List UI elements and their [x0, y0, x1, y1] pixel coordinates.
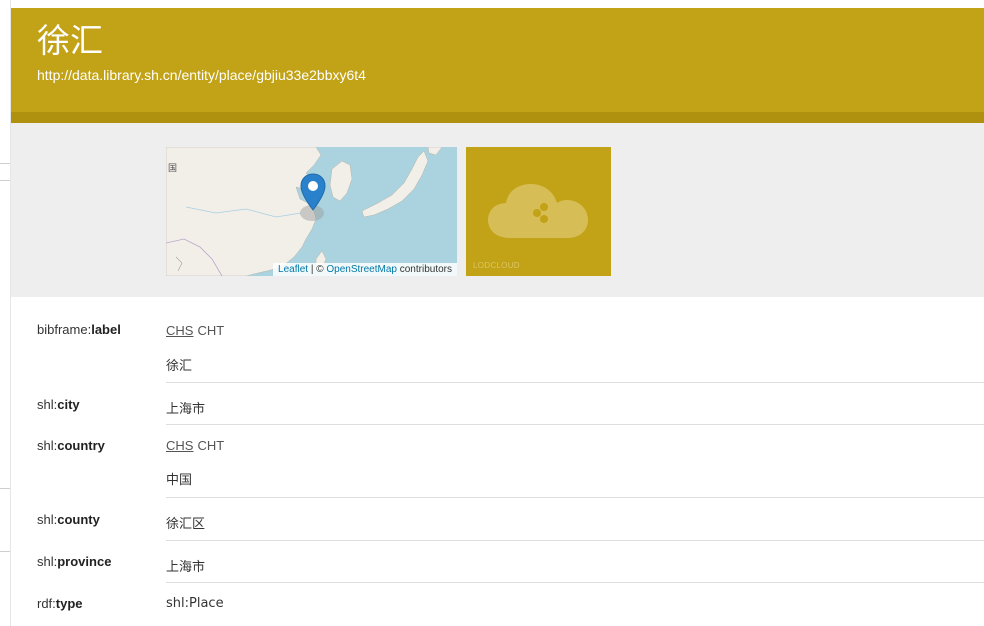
property-name: shl:city [37, 397, 80, 412]
lang-cht-link[interactable]: CHT [197, 438, 224, 453]
language-switcher: CHS CHT [166, 323, 224, 338]
property-prefix: shl: [37, 554, 58, 569]
property-value: 中国 [166, 473, 193, 488]
property-key: city [57, 397, 80, 412]
lang-chs-link[interactable]: CHS [166, 323, 193, 338]
leaflet-link[interactable]: Leaflet [278, 264, 308, 275]
property-row: bibframe:label CHS CHT 徐汇 [11, 297, 984, 383]
property-row: shl:country CHS CHT 中国 [11, 425, 984, 498]
page-header: 徐汇 http://data.library.sh.cn/entity/plac… [11, 8, 984, 123]
map-marker-icon[interactable] [300, 173, 326, 211]
property-key: province [57, 554, 112, 569]
property-prefix: shl: [37, 438, 58, 453]
property-name: shl:country [37, 438, 105, 453]
property-prefix: shl: [37, 512, 58, 527]
edge-tick [0, 163, 10, 164]
openstreetmap-link[interactable]: OpenStreetMap [326, 264, 397, 275]
property-key: type [55, 596, 83, 611]
property-key: country [57, 438, 105, 453]
property-value: shl:Place [166, 596, 224, 611]
edge-tick [0, 551, 10, 552]
attribution-suffix: contributors [396, 264, 452, 275]
lodcloud-tile[interactable]: LODCLOUD [466, 147, 611, 276]
language-switcher: CHS CHT [166, 438, 224, 453]
property-name: shl:province [37, 554, 111, 569]
property-value: 徐汇 [166, 359, 193, 374]
property-name: bibframe:label [37, 322, 121, 337]
property-row: shl:province 上海市 [11, 541, 984, 583]
map-attribution: Leaflet | © OpenStreetMap contributors [273, 263, 457, 276]
left-edge [0, 0, 11, 626]
edge-tick [0, 180, 10, 181]
lang-chs-link[interactable]: CHS [166, 438, 193, 453]
lang-cht-link[interactable]: CHT [197, 323, 224, 338]
property-row: rdf:type shl:Place [11, 583, 984, 625]
property-value: 徐汇区 [166, 517, 206, 532]
header-bottom-bar [11, 112, 984, 123]
location-map[interactable]: 国 Leaflet | © OpenStreetMap contributors [166, 147, 457, 276]
property-value: 上海市 [166, 402, 206, 417]
property-prefix: bibframe: [37, 322, 92, 337]
map-tiles [166, 147, 457, 276]
property-key: county [57, 512, 100, 527]
page-title: 徐汇 [37, 21, 103, 60]
property-key: label [91, 322, 121, 337]
lodcloud-label: LODCLOUD [473, 261, 520, 270]
entity-uri: http://data.library.sh.cn/entity/place/g… [37, 67, 366, 83]
property-prefix: shl: [37, 397, 58, 412]
cloud-icon [488, 184, 588, 238]
property-row: shl:city 上海市 [11, 383, 984, 425]
property-name: shl:county [37, 512, 100, 527]
property-name: rdf:type [37, 596, 83, 611]
attribution-separator: | © [308, 264, 327, 275]
property-row: shl:county 徐汇区 [11, 498, 984, 541]
property-value: 上海市 [166, 560, 206, 575]
map-place-label: 国 [168, 164, 178, 174]
edge-tick [0, 488, 10, 489]
property-prefix: rdf: [37, 596, 56, 611]
